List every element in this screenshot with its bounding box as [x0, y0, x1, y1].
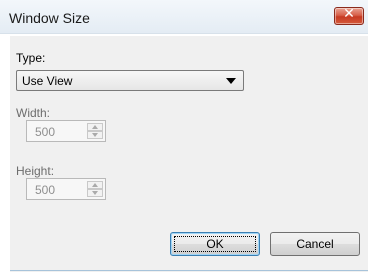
ok-button[interactable]: OK: [170, 232, 260, 256]
close-icon: ✕: [343, 6, 355, 22]
spin-down-icon: [92, 191, 98, 195]
cancel-button[interactable]: Cancel: [270, 232, 360, 256]
type-label: Type:: [16, 51, 46, 65]
close-button[interactable]: ✕: [334, 6, 364, 25]
width-spinner[interactable]: 500: [26, 120, 106, 142]
type-dropdown[interactable]: Use View: [16, 70, 244, 91]
spin-down-icon: [92, 133, 98, 137]
spin-up-icon: [92, 125, 98, 129]
dialog-bottom-border: [10, 270, 368, 271]
type-selected-value: Use View: [22, 74, 73, 88]
window-title: Window Size: [9, 10, 90, 26]
title-bar[interactable]: Window Size ✕: [0, 0, 368, 34]
width-spin-down-button[interactable]: [87, 131, 103, 139]
chevron-down-icon: [226, 78, 236, 84]
width-label: Width:: [16, 106, 51, 120]
height-value: 500: [35, 183, 56, 197]
height-spinner[interactable]: 500: [26, 178, 106, 200]
focus-ring: [174, 236, 256, 252]
height-spin-down-button[interactable]: [87, 189, 103, 197]
window-size-dialog: Window Size ✕ Type: Use View Width: 500 …: [0, 0, 368, 274]
width-value: 500: [35, 125, 56, 139]
width-spin-buttons: [87, 123, 103, 139]
width-spin-up-button[interactable]: [87, 123, 103, 131]
spin-up-icon: [92, 183, 98, 187]
height-spin-up-button[interactable]: [87, 181, 103, 189]
height-spin-buttons: [87, 181, 103, 197]
height-label: Height:: [16, 164, 55, 178]
cancel-button-label: Cancel: [296, 237, 334, 251]
